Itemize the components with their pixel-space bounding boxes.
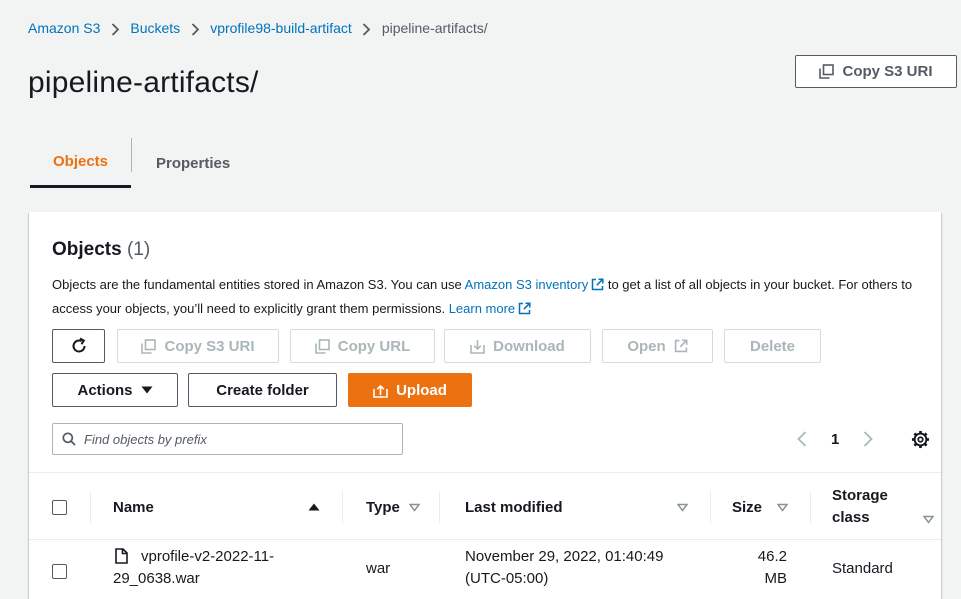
column-header-name[interactable]: Name xyxy=(113,473,154,541)
external-link-icon xyxy=(591,276,604,298)
s3-inventory-link[interactable]: Amazon S3 inventory xyxy=(465,277,589,292)
column-header-type[interactable]: Type xyxy=(366,473,400,541)
object-name-line1: vprofile-v2-2022-11- xyxy=(141,548,275,565)
select-all-checkbox[interactable] xyxy=(52,473,67,541)
refresh-icon xyxy=(70,337,88,355)
copy-s3-uri-button[interactable]: Copy S3 URI xyxy=(117,329,279,363)
sort-caret-icon[interactable] xyxy=(777,473,788,541)
download-label: Download xyxy=(493,337,565,355)
external-link-icon xyxy=(674,339,688,353)
actions-dropdown-button[interactable]: Actions xyxy=(52,373,178,407)
size-line1: 46.2 xyxy=(757,548,787,565)
copy-s3-uri-label: Copy S3 URI xyxy=(164,337,255,355)
objects-panel: Objects (1) Objects are the fundamental … xyxy=(29,212,941,599)
tab-bar: Objects Properties xyxy=(30,138,931,188)
tab-divider xyxy=(131,138,132,172)
object-name-link[interactable]: vprofile-v2-2022-11- 29_0638.war xyxy=(113,546,313,590)
copy-s3-uri-header-label: Copy S3 URI xyxy=(842,63,933,80)
copy-icon xyxy=(819,64,835,79)
previous-page-icon[interactable] xyxy=(796,424,808,454)
open-button[interactable]: Open xyxy=(602,329,713,363)
column-header-size[interactable]: Size xyxy=(732,473,762,541)
sort-caret-icon[interactable] xyxy=(677,473,688,541)
last-modified-line1: November 29, 2022, 01:40:49 xyxy=(465,548,664,565)
search-input[interactable] xyxy=(84,431,384,447)
object-type: war xyxy=(366,560,391,577)
object-name-line2: 29_0638.war xyxy=(113,570,200,587)
search-icon xyxy=(62,432,76,446)
upload-label: Upload xyxy=(396,381,447,399)
sort-ascending-icon[interactable] xyxy=(308,473,320,541)
row-select-checkbox-box xyxy=(52,564,67,579)
column-header-last-modified[interactable]: Last modified xyxy=(465,473,563,541)
column-divider xyxy=(342,491,343,523)
tab-properties[interactable]: Properties xyxy=(156,138,230,188)
create-folder-button[interactable]: Create folder xyxy=(188,373,337,407)
breadcrumb-separator-icon xyxy=(180,20,210,36)
table-row: vprofile-v2-2022-11- 29_0638.war war Nov… xyxy=(29,540,941,599)
breadcrumb-amazon-s3[interactable]: Amazon S3 xyxy=(28,20,100,36)
download-icon xyxy=(470,339,485,354)
breadcrumb-current-folder: pipeline-artifacts/ xyxy=(381,20,488,36)
copy-s3-uri-header-button[interactable]: Copy S3 URI xyxy=(795,55,957,88)
open-label: Open xyxy=(627,337,666,355)
learn-more-link[interactable]: Learn more xyxy=(449,301,515,316)
column-divider xyxy=(810,491,811,523)
object-size: 46.2 MB xyxy=(732,546,787,590)
external-link-icon xyxy=(518,300,531,322)
row-select-checkbox[interactable] xyxy=(52,564,67,579)
object-last-modified: November 29, 2022, 01:40:49 (UTC-05:00) xyxy=(465,546,663,590)
column-header-storage-class[interactable]: Storage class xyxy=(832,473,902,541)
delete-button[interactable]: Delete xyxy=(724,329,821,363)
refresh-button[interactable] xyxy=(52,329,105,363)
copy-icon xyxy=(141,338,157,354)
objects-count: (1) xyxy=(126,239,151,260)
table-header: Name Type Last modified Size Storage cla… xyxy=(29,472,941,540)
search-box xyxy=(52,423,403,455)
breadcrumb: Amazon S3 Buckets vprofile98-build-artif… xyxy=(28,18,488,38)
caret-down-icon xyxy=(141,385,153,395)
sort-caret-icon[interactable] xyxy=(409,473,420,541)
objects-panel-title: Objects (1) xyxy=(52,239,150,261)
next-page-icon[interactable] xyxy=(862,424,874,454)
column-divider xyxy=(710,491,711,523)
breadcrumb-separator-icon xyxy=(100,20,130,36)
objects-panel-title-text: Objects xyxy=(52,239,122,260)
breadcrumb-separator-icon xyxy=(352,20,382,36)
copy-url-label: Copy URL xyxy=(337,337,411,355)
objects-desc-text-1: Objects are the fundamental entities sto… xyxy=(52,277,465,292)
breadcrumb-buckets[interactable]: Buckets xyxy=(130,20,180,36)
column-divider xyxy=(439,491,440,523)
upload-button[interactable]: Upload xyxy=(348,373,472,407)
download-button[interactable]: Download xyxy=(444,329,591,363)
tab-objects[interactable]: Objects xyxy=(30,138,131,188)
objects-description: Objects are the fundamental entities sto… xyxy=(52,274,932,322)
last-modified-line2: (UTC-05:00) xyxy=(465,570,549,587)
copy-icon xyxy=(314,338,330,354)
current-page-number[interactable]: 1 xyxy=(831,424,839,454)
delete-label: Delete xyxy=(749,337,796,355)
size-line2: MB xyxy=(764,570,788,587)
object-storage-class: Standard xyxy=(832,560,893,577)
select-all-checkbox-box xyxy=(52,499,67,515)
copy-url-button[interactable]: Copy URL xyxy=(290,329,435,363)
gear-icon[interactable] xyxy=(911,424,930,454)
column-divider xyxy=(90,491,91,523)
create-folder-label: Create folder xyxy=(216,381,309,399)
upload-icon xyxy=(373,383,388,398)
breadcrumb-bucket[interactable]: vprofile98-build-artifact xyxy=(210,20,352,36)
page-title: pipeline-artifacts/ xyxy=(28,66,259,99)
actions-label: Actions xyxy=(77,381,133,399)
